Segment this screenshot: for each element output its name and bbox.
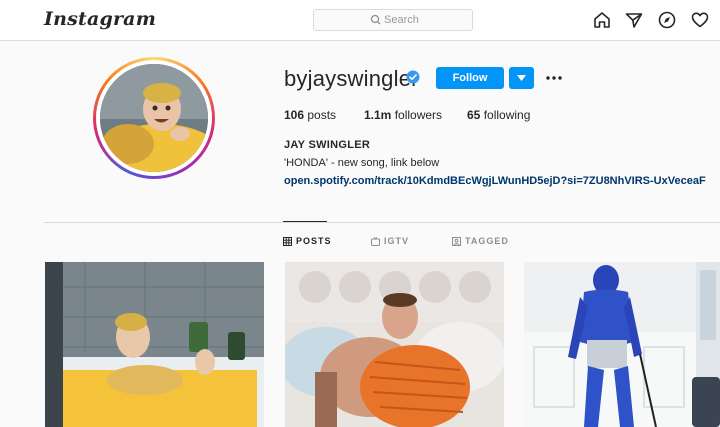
tab-posts[interactable]: POSTS xyxy=(283,236,332,246)
post-thumbnail[interactable] xyxy=(524,262,720,427)
top-nav-bar: Instagram xyxy=(0,0,720,41)
profile-full-name: JAY SWINGLER xyxy=(284,139,371,151)
search-input[interactable] xyxy=(384,12,464,28)
profile-avatar[interactable] xyxy=(100,64,208,172)
explore-icon[interactable] xyxy=(657,10,677,30)
search-box[interactable] xyxy=(313,9,473,31)
search-icon xyxy=(370,14,381,25)
tab-tagged[interactable]: TAGGED xyxy=(452,236,509,246)
follow-button[interactable]: Follow xyxy=(436,67,504,89)
profile-username: byjayswingler xyxy=(284,66,419,91)
tabs-divider xyxy=(44,222,720,223)
tab-igtv[interactable]: IGTV xyxy=(371,236,409,246)
tagged-icon xyxy=(452,237,461,246)
followers-stat[interactable]: 1.1m followers xyxy=(364,108,442,122)
igtv-icon xyxy=(371,237,380,246)
story-ring[interactable] xyxy=(93,57,215,179)
following-stat[interactable]: 65 following xyxy=(467,108,530,122)
suggested-accounts-button[interactable] xyxy=(509,67,534,89)
activity-heart-icon[interactable] xyxy=(690,10,710,30)
profile-link[interactable]: open.spotify.com/track/10KdmdBEcWgjLWunH… xyxy=(284,175,706,187)
post-thumbnail[interactable] xyxy=(45,262,264,427)
instagram-logo[interactable]: Instagram xyxy=(44,8,156,30)
posts-count-stat: 106 posts xyxy=(284,108,337,122)
post-thumbnail[interactable] xyxy=(285,262,504,427)
grid-icon xyxy=(283,237,292,246)
caret-down-icon xyxy=(517,75,526,81)
more-options-icon[interactable] xyxy=(545,72,563,84)
direct-icon[interactable] xyxy=(624,10,644,30)
home-icon[interactable] xyxy=(592,10,612,30)
profile-bio: 'HONDA' - new song, link below xyxy=(284,157,440,169)
active-tab-indicator xyxy=(283,221,327,222)
verified-badge-icon xyxy=(406,70,420,84)
